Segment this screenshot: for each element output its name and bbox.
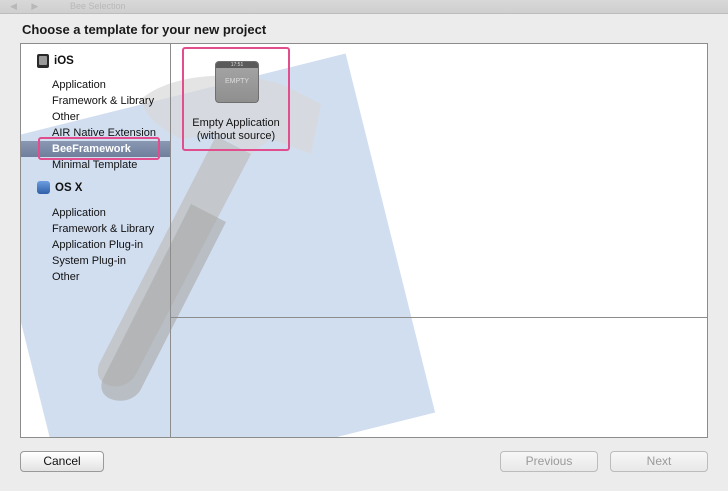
sidebar-item-osx-other[interactable]: Other [52,269,80,285]
template-name-line2: (without source) [196,130,276,142]
next-button[interactable]: Next [610,451,708,472]
sidebar-section-title: iOS [54,55,74,67]
sidebar-item-air-native-extension[interactable]: AIR Native Extension [52,125,156,141]
template-name: Empty Application (without source) [184,117,288,143]
sidebar-item-osx-application[interactable]: Application [52,205,106,221]
sidebar-item-ios-framework-library[interactable]: Framework & Library [52,93,154,109]
sidebar-item-minimal-template[interactable]: Minimal Template [52,157,137,173]
sidebar-item-osx-framework-library[interactable]: Framework & Library [52,221,154,237]
template-chooser-panel: iOS Application Framework & Library Othe… [20,43,708,438]
iphone-icon [37,54,49,68]
sidebar-section-title: OS X [55,181,83,194]
nav-arrows-icon: ◀ ▶ [10,1,45,11]
template-category-sidebar: iOS Application Framework & Library Othe… [21,44,171,437]
sidebar-item-system-plugin[interactable]: System Plug-in [52,253,126,269]
template-name-line1: Empty Application [192,117,280,129]
sidebar-item-ios-application[interactable]: Application [52,77,106,93]
template-grid: 17:51 EMPTY Empty Application (without s… [171,44,707,437]
thumbnail-status-bar: 17:51 [216,62,258,68]
sidebar-section-osx: OS X [37,181,82,194]
cancel-button[interactable]: Cancel [20,451,104,472]
template-thumbnail: 17:51 EMPTY [215,61,259,103]
description-divider [171,317,707,318]
window-title: Bee Selection [70,1,126,11]
template-empty-application[interactable]: 17:51 EMPTY Empty Application (without s… [184,59,288,149]
mac-finder-icon [37,181,50,194]
thumbnail-label: EMPTY [224,78,250,85]
window-titlebar: ◀ ▶ Bee Selection [0,0,728,14]
previous-button[interactable]: Previous [500,451,598,472]
sidebar-section-ios: iOS [37,54,74,68]
sidebar-item-ios-other[interactable]: Other [52,109,80,125]
sidebar-item-beeframework[interactable]: BeeFramework [21,141,170,157]
sidebar-item-application-plugin[interactable]: Application Plug-in [52,237,143,253]
page-title: Choose a template for your new project [22,22,267,37]
